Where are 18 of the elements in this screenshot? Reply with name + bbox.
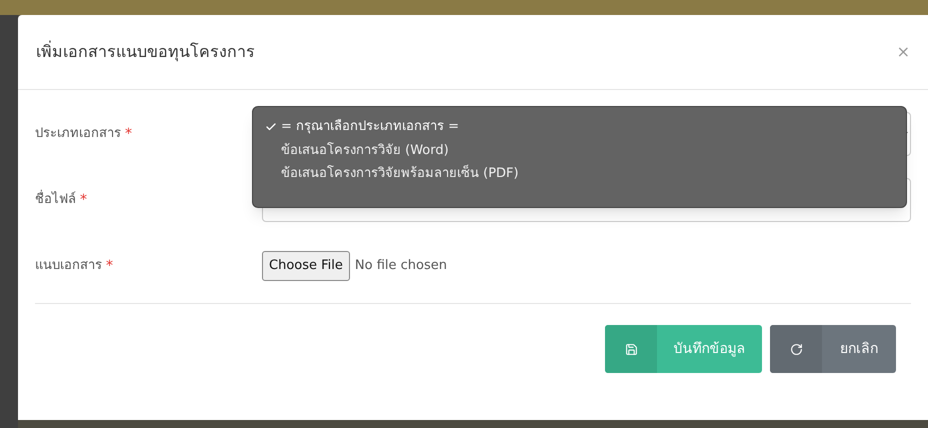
refresh-icon [790, 342, 802, 356]
close-button[interactable]: × [896, 40, 910, 64]
required-mark: * [125, 124, 132, 144]
field-label: ประเภทเอกสาร [35, 125, 121, 144]
field-label: ชื่อไฟล์ [35, 190, 76, 210]
dropdown-option[interactable]: ข้อเสนอโครงการวิจัยพร้อมลายเซ็น (PDF) [253, 164, 906, 184]
input-field[interactable] [262, 178, 911, 222]
choose-file-button[interactable]: Choose File [262, 251, 350, 281]
required-mark: * [106, 256, 113, 276]
file-status: No file chosen [354, 257, 447, 276]
cancel-button[interactable]: ยกเลิก [770, 325, 896, 373]
required-mark: * [80, 190, 87, 210]
save-icon [624, 342, 638, 356]
dropdown-option[interactable]: ข้อเสนอโครงการวิจัย (Word) [253, 140, 906, 160]
field-label: แนบเอกสาร [35, 257, 102, 276]
check-icon [265, 120, 277, 133]
dialog-title: เพิ่มเอกสารแนบขอทุนโครงการ [36, 40, 255, 64]
dropdown-option[interactable]: = กรุณาเลือกประเภทเอกสาร = [253, 117, 906, 136]
